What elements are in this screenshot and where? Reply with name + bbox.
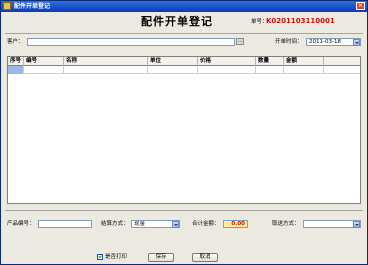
table-cell[interactable] bbox=[8, 66, 24, 74]
customer-label: 客户： bbox=[7, 39, 24, 45]
print-checkbox[interactable] bbox=[97, 254, 103, 260]
cancel-button[interactable]: 取消 bbox=[192, 253, 218, 262]
settle-method-label: 结算方式： bbox=[101, 221, 129, 227]
table-cell[interactable] bbox=[24, 66, 64, 74]
customer-input[interactable] bbox=[27, 38, 235, 46]
window-title: 配件开单登记 bbox=[14, 3, 51, 10]
delivery-method-dropdown-icon[interactable] bbox=[353, 220, 360, 228]
parts-table[interactable]: 序号 编号 名称 单位 价格 数量 金额 bbox=[7, 56, 361, 204]
open-time-dropdown-icon[interactable] bbox=[353, 38, 360, 46]
title-bar[interactable]: 配件开单登记 × bbox=[1, 1, 367, 12]
total-amount-label: 合计金额： bbox=[192, 221, 220, 227]
dialog-window: 配件开单登记 × 配件开单登记 单号： K0201103110001 客户： .… bbox=[0, 0, 368, 265]
table-cell[interactable] bbox=[256, 66, 284, 74]
settle-method-dropdown-icon[interactable] bbox=[172, 220, 179, 228]
print-label[interactable]: 是否打印 bbox=[105, 253, 127, 261]
table-header: 序号 编号 名称 单位 价格 数量 金额 bbox=[8, 57, 360, 66]
column-header[interactable]: 编号 bbox=[24, 57, 64, 66]
table-cell[interactable] bbox=[148, 66, 198, 74]
doc-no-value: K0201103110001 bbox=[266, 17, 335, 25]
customer-browse-button[interactable]: ... bbox=[236, 38, 244, 45]
column-header[interactable]: 价格 bbox=[198, 57, 256, 66]
table-row[interactable] bbox=[8, 66, 360, 74]
column-header[interactable]: 序号 bbox=[8, 57, 24, 66]
save-button[interactable]: 保存 bbox=[148, 253, 174, 262]
page-title: 配件开单登记 bbox=[141, 15, 213, 28]
open-time-label: 开单时间： bbox=[275, 39, 303, 45]
table-cell[interactable] bbox=[198, 66, 256, 74]
product-code-input[interactable] bbox=[38, 220, 92, 228]
app-icon bbox=[3, 2, 11, 10]
footer-divider bbox=[5, 210, 363, 211]
header-divider bbox=[5, 33, 363, 34]
column-header[interactable]: 名称 bbox=[64, 57, 148, 66]
delivery-method-label: 取送方式： bbox=[272, 221, 300, 227]
product-code-label: 产品编号： bbox=[7, 221, 35, 227]
table-cell[interactable] bbox=[64, 66, 148, 74]
column-header[interactable]: 金额 bbox=[284, 57, 324, 66]
column-header[interactable]: 单位 bbox=[148, 57, 198, 66]
total-amount-value: 0.00 bbox=[223, 220, 248, 228]
close-button[interactable]: × bbox=[356, 2, 365, 10]
table-cell[interactable] bbox=[284, 66, 324, 74]
column-header[interactable]: 数量 bbox=[256, 57, 284, 66]
